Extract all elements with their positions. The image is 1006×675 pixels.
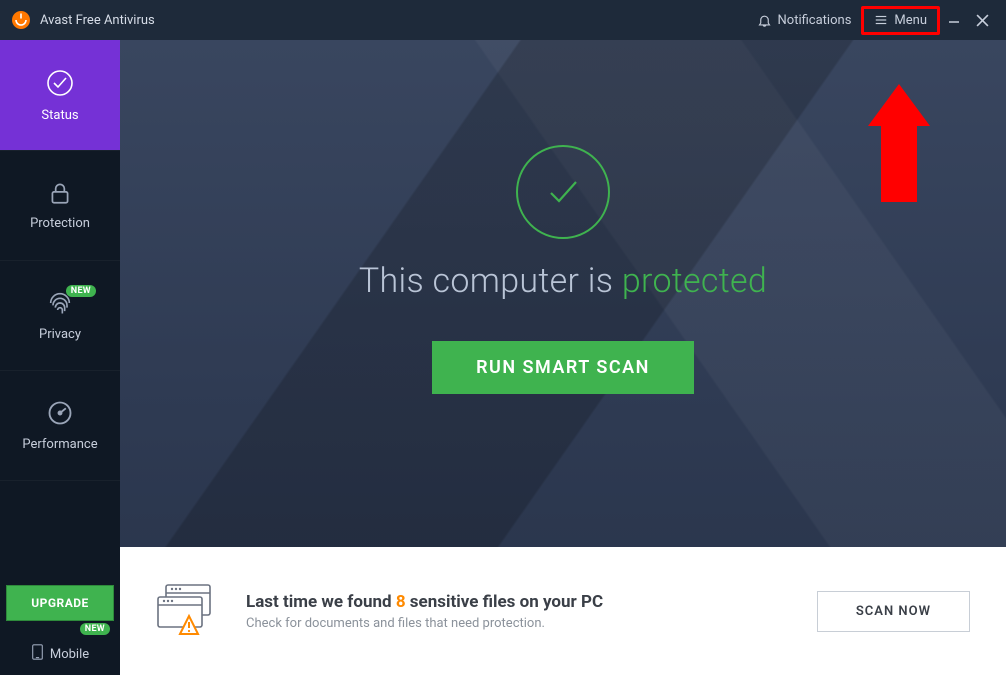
sidebar-item-label: Mobile xyxy=(50,647,89,662)
documents-warning-icon xyxy=(156,583,218,639)
lock-icon xyxy=(47,180,73,206)
minimize-button[interactable] xyxy=(940,0,968,40)
promo-title: Last time we found 8 sensitive files on … xyxy=(246,592,789,612)
gauge-icon xyxy=(46,399,74,427)
sidebar-item-label: Privacy xyxy=(39,327,81,342)
avast-logo-icon xyxy=(10,9,32,31)
new-badge: NEW xyxy=(66,285,96,297)
promo-count: 8 xyxy=(396,592,406,612)
sidebar-item-performance[interactable]: Performance xyxy=(0,370,120,480)
menu-button[interactable]: Menu xyxy=(861,6,940,35)
mobile-icon xyxy=(31,644,44,664)
main-panel: This computer is protected RUN SMART SCA… xyxy=(120,40,1006,675)
sidebar-item-label: Status xyxy=(41,108,78,123)
new-badge: NEW xyxy=(80,623,110,635)
status-state-word: protected xyxy=(622,261,767,301)
sidebar-item-label: Protection xyxy=(30,216,90,231)
hamburger-icon xyxy=(874,13,888,27)
bell-icon xyxy=(757,13,772,28)
sidebar-item-mobile[interactable]: NEW Mobile xyxy=(0,633,120,675)
upgrade-button[interactable]: UPGRADE xyxy=(6,585,114,621)
sidebar-item-label: Performance xyxy=(22,437,97,452)
promo-subtitle: Check for documents and files that need … xyxy=(246,616,789,631)
sidebar-item-protection[interactable]: Protection xyxy=(0,150,120,260)
status-headline: This computer is protected xyxy=(359,261,767,301)
sidebar-item-privacy[interactable]: NEW Privacy xyxy=(0,260,120,370)
scan-now-button[interactable]: SCAN NOW xyxy=(817,591,970,632)
notifications-button[interactable]: Notifications xyxy=(747,9,862,32)
menu-label: Menu xyxy=(894,13,927,28)
sidebar-item-status[interactable]: Status xyxy=(0,40,120,150)
status-check-icon xyxy=(45,68,75,98)
close-button[interactable] xyxy=(968,0,996,40)
run-smart-scan-button[interactable]: RUN SMART SCAN xyxy=(432,341,694,394)
status-ring-icon xyxy=(516,145,610,239)
titlebar: Avast Free Antivirus Notifications Menu xyxy=(0,0,1006,40)
app-window: Avast Free Antivirus Notifications Menu xyxy=(0,0,1006,675)
app-title: Avast Free Antivirus xyxy=(40,13,155,28)
promo-text: Last time we found 8 sensitive files on … xyxy=(246,592,789,631)
status-prefix: This computer is xyxy=(359,261,622,301)
notifications-label: Notifications xyxy=(778,13,852,28)
sidebar: Status Protection NEW Privacy xyxy=(0,40,120,675)
promo-bar: Last time we found 8 sensitive files on … xyxy=(120,547,1006,675)
